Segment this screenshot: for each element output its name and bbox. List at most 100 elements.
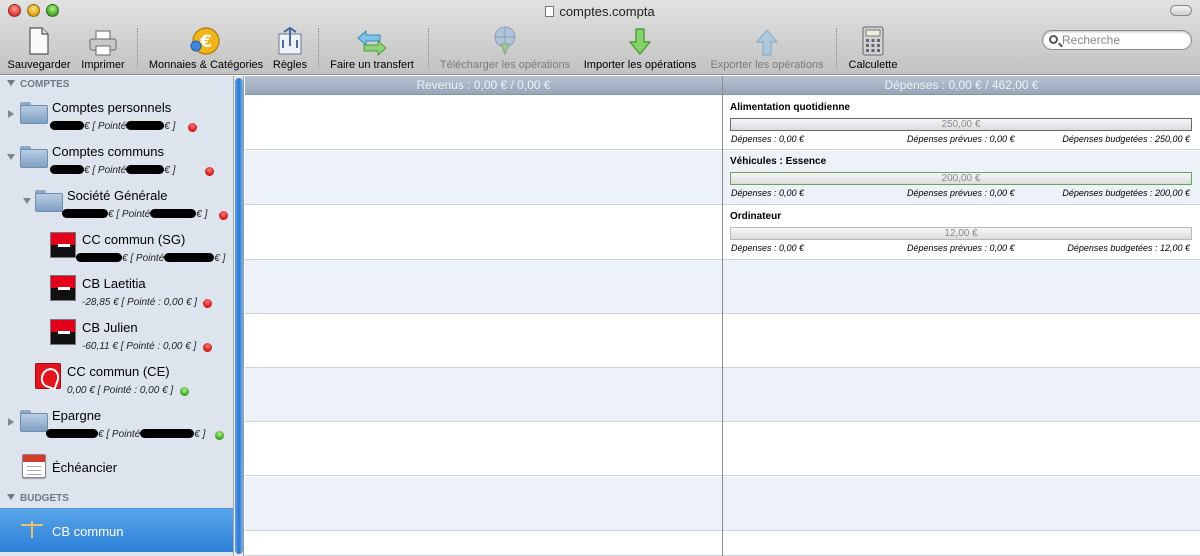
account-name: CC commun (SG): [82, 232, 186, 247]
disclosure-triangle-icon[interactable]: [8, 110, 14, 118]
redacted-pointed-balance: [126, 165, 165, 174]
depenses-row: [723, 260, 1200, 314]
print-button[interactable]: Imprimer: [76, 24, 130, 71]
transfer-button[interactable]: Faire un transfert: [326, 24, 418, 71]
sidebar-item-epargne[interactable]: Epargne € [ Pointé € ]: [0, 404, 233, 444]
search-field[interactable]: [1042, 30, 1192, 50]
category-name: Alimentation quotidienne: [730, 102, 850, 113]
disclosure-triangle-icon[interactable]: [8, 418, 14, 426]
budget-category[interactable]: Ordinateur 12,00 € Dépenses : 0,00 € Dép…: [730, 210, 1196, 256]
scrollbar-thumb[interactable]: [235, 78, 243, 554]
depenses-prevues-value: Dépenses prévues : 0,00 €: [907, 243, 1015, 253]
account-summary: € [ Pointé € ]: [76, 253, 225, 264]
toolbar-separator: [318, 28, 319, 68]
category-name: Véhicules : Essence: [730, 156, 827, 167]
title-bar: comptes.compta: [0, 0, 1200, 22]
sidebar-scrollbar[interactable]: [234, 76, 244, 556]
revenus-row: [245, 368, 722, 422]
depenses-value: Dépenses : 0,00 €: [731, 188, 805, 198]
sidebar-item-comptes-communs[interactable]: Comptes communs € [ Pointé € ]: [0, 140, 233, 180]
depenses-prevues-value: Dépenses prévues : 0,00 €: [907, 134, 1015, 144]
account-name: CB Laetitia: [82, 276, 146, 291]
status-red-icon: [203, 343, 212, 352]
budgets-section-header[interactable]: BUDGETS: [0, 493, 233, 504]
status-red-icon: [205, 167, 214, 176]
folder-icon: [20, 146, 48, 168]
budget-category[interactable]: Alimentation quotidienne 250,00 € Dépens…: [730, 101, 1196, 147]
depenses-row: [723, 477, 1200, 531]
sidebar-item-cb-laetitia[interactable]: CB Laetitia -28,85 € [ Pointé : 0,00 € ]: [0, 272, 233, 314]
account-summary: -28,85 € [ Pointé : 0,00 € ]: [82, 297, 198, 308]
societe-generale-logo-icon: [50, 319, 76, 345]
schedule-label: Échéancier: [52, 460, 118, 475]
depenses-value: Dépenses : 0,00 €: [731, 134, 805, 144]
revenus-row: [245, 206, 722, 260]
export-arrow-up-icon: [755, 29, 779, 56]
status-red-icon: [219, 211, 228, 220]
category-name: Ordinateur: [730, 211, 782, 222]
account-group-name: Comptes communs: [52, 144, 164, 159]
toolbar-separator: [836, 28, 837, 68]
category-stats: Dépenses : 0,00 € Dépenses prévues : 0,0…: [730, 133, 1196, 147]
redacted-pointed-balance: [164, 253, 215, 262]
account-name: CB Julien: [82, 320, 138, 335]
account-summary: 0,00 € [ Pointé : 0,00 € ]: [67, 385, 174, 396]
category-stats: Dépenses : 0,00 € Dépenses prévues : 0,0…: [730, 187, 1196, 201]
window-title: comptes.compta: [0, 4, 1200, 19]
balance-scale-icon: [20, 519, 44, 541]
account-name: CC commun (CE): [67, 364, 170, 379]
depenses-row: [723, 368, 1200, 422]
sidebar-item-budget-cb-commun[interactable]: CB commun: [0, 508, 233, 552]
budget-progress-bar: 12,00 €: [730, 227, 1192, 240]
budget-category[interactable]: Véhicules : Essence 200,00 € Dépenses : …: [730, 155, 1196, 201]
revenus-header: Revenus : 0,00 € / 0,00 €: [245, 76, 722, 95]
printer-icon: [89, 30, 117, 56]
calculator-icon: [862, 26, 884, 56]
folder-icon: [20, 410, 48, 432]
svg-text:€: €: [199, 32, 212, 52]
sidebar-item-societe-generale[interactable]: Société Générale € [ Pointé € ]: [0, 184, 233, 224]
revenus-row: [245, 422, 722, 476]
depenses-value: Dépenses : 0,00 €: [731, 243, 805, 253]
depenses-prevues-value: Dépenses prévues : 0,00 €: [907, 188, 1015, 198]
disclosure-triangle-icon[interactable]: [7, 154, 15, 160]
export-operations-button[interactable]: Exporter les opérations: [705, 24, 829, 71]
toolbar-toggle-button[interactable]: [1170, 5, 1192, 16]
revenus-row: [245, 477, 722, 531]
account-group-summary: € [ Pointé € ]: [50, 121, 175, 132]
toolbar-separator: [428, 28, 429, 68]
sidebar-item-cc-commun-ce[interactable]: CC commun (CE) 0,00 € [ Pointé : 0,00 € …: [0, 360, 233, 402]
search-input[interactable]: [1062, 32, 1187, 48]
redacted-balance: [76, 253, 122, 262]
sidebar-item-cc-commun-sg[interactable]: CC commun (SG) € [ Pointé € ]: [0, 228, 233, 270]
accounts-section-header[interactable]: COMPTES: [0, 79, 233, 90]
import-arrow-down-icon: [628, 28, 652, 55]
disclosure-triangle-icon[interactable]: [23, 198, 31, 204]
folder-icon: [20, 102, 48, 124]
window-chrome: comptes.compta Sauvegarder Imprimer € Mo…: [0, 0, 1200, 75]
sidebar-item-echeancier[interactable]: Échéancier: [0, 448, 233, 486]
budget-progress-bar: 200,00 €: [730, 172, 1192, 185]
sidebar: COMPTES Comptes personnels € [ Pointé € ]…: [0, 76, 234, 556]
calculator-button[interactable]: Calculette: [843, 24, 903, 71]
document-icon: [545, 6, 555, 17]
redacted-balance: [50, 121, 84, 130]
currencies-categories-button[interactable]: € Monnaies & Catégories: [146, 24, 266, 71]
status-red-icon: [188, 123, 197, 132]
save-document-icon: [29, 27, 49, 55]
save-button[interactable]: Sauvegarder: [6, 24, 72, 71]
import-operations-button[interactable]: Importer les opérations: [578, 24, 702, 71]
sidebar-item-cb-julien[interactable]: CB Julien -60,11 € [ Pointé : 0,00 € ]: [0, 316, 233, 358]
redacted-pointed-balance: [150, 209, 197, 218]
sidebar-item-comptes-personnels[interactable]: Comptes personnels € [ Pointé € ]: [0, 96, 233, 136]
revenus-row: [245, 260, 722, 314]
disclosure-triangle-icon: [7, 494, 15, 500]
status-green-icon: [215, 431, 224, 440]
account-group-name: Comptes personnels: [52, 100, 172, 115]
depenses-row: [723, 422, 1200, 476]
rules-button[interactable]: Règles: [270, 24, 310, 71]
globe-download-icon: [494, 26, 516, 56]
societe-generale-logo-icon: [50, 232, 76, 258]
download-operations-button[interactable]: Télécharger les opérations: [436, 24, 574, 71]
redacted-pointed-balance: [126, 121, 165, 130]
